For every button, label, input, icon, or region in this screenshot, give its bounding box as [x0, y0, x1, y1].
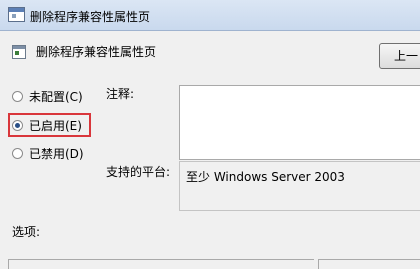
setting-title: 删除程序兼容性属性页	[36, 45, 157, 59]
policy-setting-icon	[12, 45, 26, 59]
comment-textarea[interactable]	[179, 85, 420, 160]
radio-circle-icon[interactable]	[12, 90, 23, 102]
comment-label: 注释:	[106, 87, 135, 101]
supported-platform-box: 至少 Windows Server 2003	[179, 161, 420, 211]
highlight-annotation-box	[8, 113, 91, 137]
window-app-icon	[8, 7, 25, 22]
radio-circle-icon[interactable]	[12, 147, 23, 159]
supported-platform-label: 支持的平台:	[106, 165, 171, 179]
previous-setting-button[interactable]: 上一	[379, 43, 420, 69]
radio-label: 未配置(C)	[29, 89, 83, 104]
dialog-content: 删除程序兼容性属性页 上一 未配置(C) 已启用(E) 已禁用(D) 注释: 支…	[0, 31, 420, 269]
radio-disabled[interactable]: 已禁用(D)	[12, 144, 84, 162]
options-label: 选项:	[12, 225, 41, 239]
window-title: 删除程序兼容性属性页	[30, 10, 151, 24]
radio-not-configured[interactable]: 未配置(C)	[12, 87, 83, 105]
supported-platform-value: 至少 Windows Server 2003	[186, 170, 345, 184]
radio-label: 已禁用(D)	[29, 146, 84, 161]
options-panel	[8, 259, 314, 269]
help-panel	[318, 259, 420, 269]
title-bar: 删除程序兼容性属性页	[0, 0, 420, 31]
